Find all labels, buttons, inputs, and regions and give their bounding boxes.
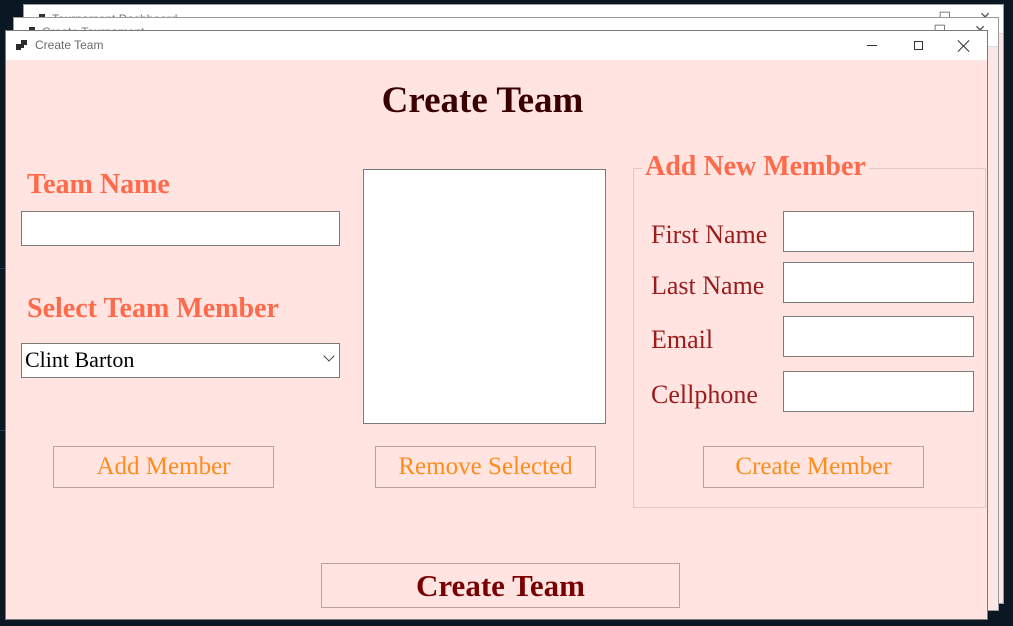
window-title: Create Team: [35, 38, 104, 52]
chevron-down-icon[interactable]: [323, 350, 335, 362]
team-name-label: Team Name: [27, 169, 170, 200]
close-icon: [958, 40, 970, 52]
team-name-input[interactable]: [21, 211, 340, 246]
add-member-button[interactable]: Add Member: [53, 446, 274, 488]
email-label: Email: [651, 325, 714, 354]
maximize-button[interactable]: [895, 31, 941, 60]
minimize-button[interactable]: [849, 31, 895, 60]
page-title: Create Team: [381, 80, 584, 121]
select-team-member-label: Select Team Member: [27, 293, 279, 324]
close-button[interactable]: [941, 31, 987, 60]
add-new-member-label: Add New Member: [642, 151, 869, 183]
window-titlebar[interactable]: Create Team: [6, 31, 987, 60]
create-team-button[interactable]: Create Team: [321, 563, 680, 608]
email-input[interactable]: [783, 316, 974, 357]
first-name-input[interactable]: [783, 211, 974, 252]
cellphone-label: Cellphone: [651, 380, 758, 409]
create-member-button[interactable]: Create Member: [703, 446, 924, 488]
remove-selected-button[interactable]: Remove Selected: [375, 446, 596, 488]
last-name-input[interactable]: [783, 262, 974, 303]
cellphone-input[interactable]: [783, 371, 974, 412]
app-icon: [16, 40, 28, 50]
maximize-icon: [913, 41, 923, 50]
create-team-window: Create Team Create Team Team Name Select…: [5, 30, 988, 620]
minimize-icon: [867, 45, 877, 46]
first-name-label: First Name: [651, 220, 768, 249]
team-member-dropdown-value: Clint Barton: [25, 347, 135, 372]
team-members-listbox[interactable]: [363, 169, 606, 424]
last-name-label: Last Name: [651, 271, 765, 300]
team-member-dropdown[interactable]: Clint Barton: [21, 343, 340, 378]
